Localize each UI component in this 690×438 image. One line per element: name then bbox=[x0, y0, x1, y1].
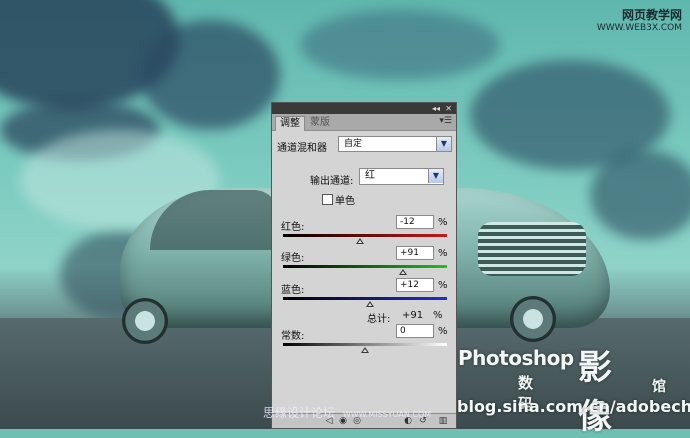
green-label: 绿色: bbox=[281, 253, 305, 264]
watermark-site-url: WWW.WEB3X.COM bbox=[596, 23, 682, 33]
constant-unit: % bbox=[438, 326, 448, 337]
preset-value: 自定 bbox=[344, 139, 363, 149]
constant-label: 常数: bbox=[281, 331, 305, 342]
close-icon[interactable]: ✕ bbox=[445, 103, 452, 114]
chevron-down-icon[interactable]: ▼ bbox=[436, 137, 451, 151]
monochrome-checkbox[interactable] bbox=[322, 194, 333, 205]
red-slider-thumb[interactable] bbox=[356, 238, 365, 244]
green-unit: % bbox=[438, 248, 448, 259]
blue-unit: % bbox=[438, 280, 448, 291]
red-unit: % bbox=[438, 217, 448, 228]
total-unit: % bbox=[433, 310, 443, 321]
car-wheel bbox=[122, 298, 168, 344]
panel-tabs: 调整 蒙版 ▾☰ bbox=[272, 114, 456, 131]
output-channel-value: 红 bbox=[365, 170, 375, 181]
output-channel-select[interactable]: 红 ▼ bbox=[359, 168, 444, 185]
blue-label: 蓝色: bbox=[281, 285, 305, 296]
green-slider-thumb[interactable] bbox=[398, 269, 407, 275]
tab-adjustments[interactable]: 调整 bbox=[275, 116, 305, 131]
blue-slider-thumb[interactable] bbox=[365, 301, 374, 307]
cloud bbox=[140, 20, 280, 130]
monochrome-label: 单色 bbox=[335, 196, 355, 207]
red-label: 红色: bbox=[281, 222, 305, 233]
tab-masks[interactable]: 蒙版 bbox=[306, 116, 334, 130]
watermark-bottom-url: WWW.MISSYUAN.COM bbox=[342, 410, 432, 419]
watermark-guan: 馆 bbox=[652, 379, 666, 395]
car-grille bbox=[478, 222, 586, 276]
blue-slider-track[interactable] bbox=[283, 297, 447, 300]
green-value-input[interactable]: +91 bbox=[396, 246, 434, 260]
watermark-site-cn: 网页教学网 bbox=[621, 8, 682, 22]
red-slider-track[interactable] bbox=[283, 234, 447, 237]
output-channel-label: 输出通道: bbox=[310, 176, 354, 187]
blue-value-input[interactable]: +12 bbox=[396, 278, 434, 292]
chevron-down-icon[interactable]: ▼ bbox=[428, 169, 443, 183]
panel-titlebar[interactable]: ◂◂ ✕ bbox=[272, 103, 456, 114]
watermark-photoshop-text: Photoshop bbox=[458, 346, 574, 370]
constant-slider-thumb[interactable] bbox=[361, 347, 369, 353]
adjustments-panel: ◂◂ ✕ 调整 蒙版 ▾☰ 通道混和器 自定 ▼ 输出通道: 红 ▼ 单色 红色… bbox=[271, 102, 457, 429]
total-label: 总计: bbox=[367, 314, 391, 325]
constant-value-input[interactable]: 0 bbox=[396, 324, 434, 338]
adjustment-name: 通道混和器 bbox=[277, 143, 327, 154]
cloud bbox=[590, 150, 690, 240]
green-slider-track[interactable] bbox=[283, 265, 447, 268]
watermark-yingxiang: 影像 bbox=[578, 348, 612, 437]
cloud bbox=[300, 10, 500, 80]
red-value-input[interactable]: -12 bbox=[396, 215, 434, 229]
panel-menu-icon[interactable]: ▾☰ bbox=[439, 116, 452, 126]
collapse-icon[interactable]: ◂◂ bbox=[432, 103, 440, 114]
watermark-bottom: 思缘设计论坛 WWW.MISSYUAN.COM bbox=[263, 404, 431, 421]
constant-slider-track[interactable] bbox=[283, 343, 447, 346]
trash-icon[interactable]: ▥ bbox=[438, 416, 448, 426]
watermark-top-right: 网页教学网 WWW.WEB3X.COM bbox=[597, 6, 682, 33]
total-value: +91 bbox=[402, 310, 424, 321]
watermark-blog-url: blog.sina.com.cn/adobech bbox=[457, 397, 690, 416]
watermark-bottom-cn: 思缘设计论坛 bbox=[263, 406, 336, 420]
car-wheel bbox=[510, 296, 556, 342]
preset-select[interactable]: 自定 ▼ bbox=[338, 136, 452, 152]
